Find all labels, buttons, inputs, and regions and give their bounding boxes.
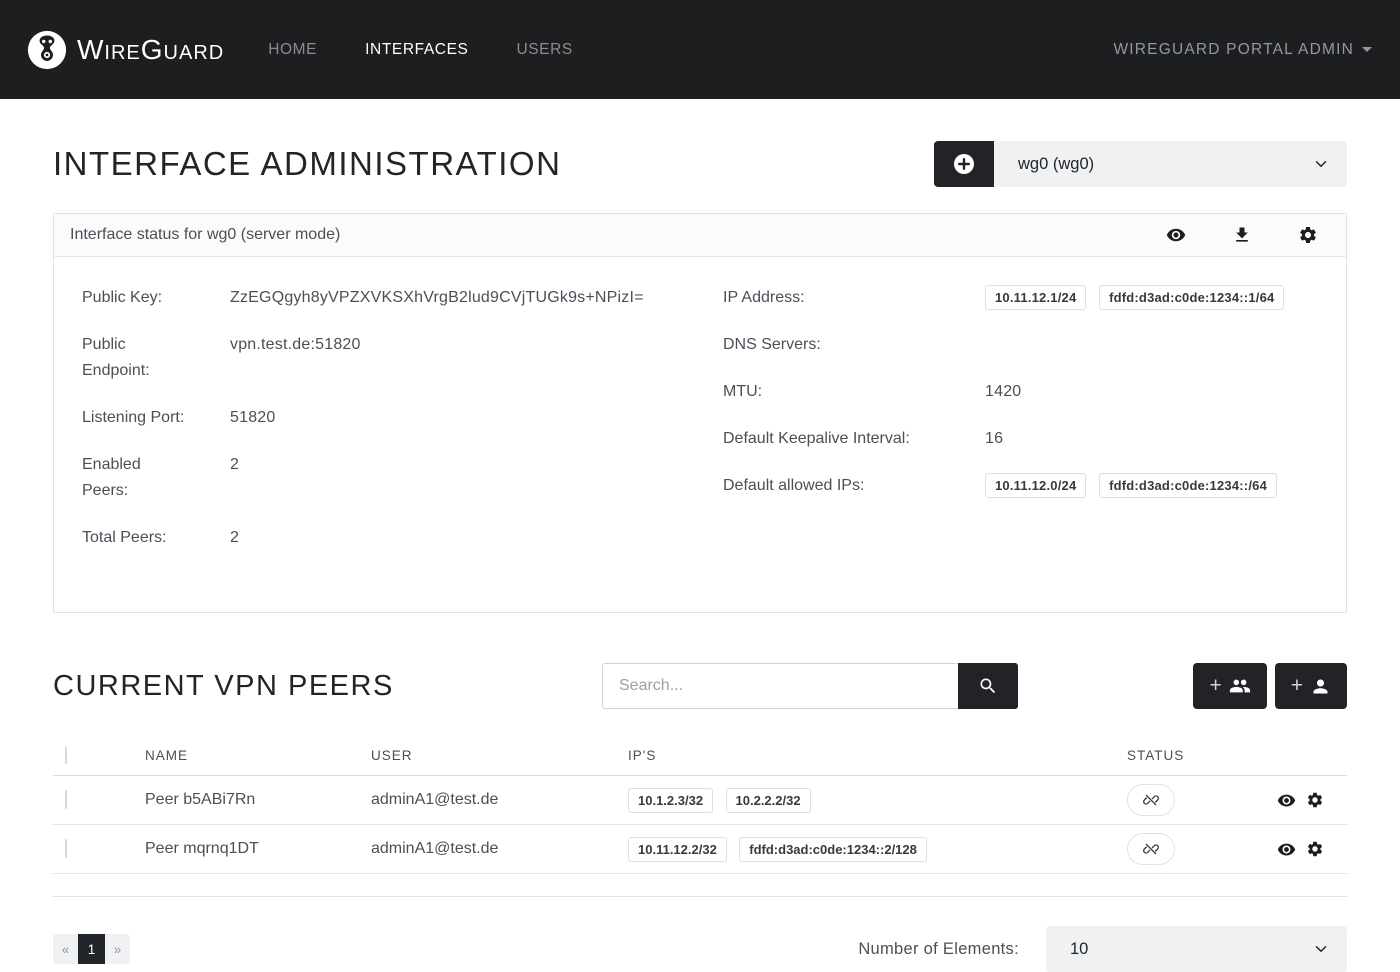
eye-icon: [1277, 791, 1296, 810]
pagination: « 1 »: [53, 934, 130, 964]
brand-text: WireGuard: [77, 34, 224, 66]
search-icon: [978, 676, 998, 696]
eye-icon: [1166, 225, 1186, 245]
peers-section-title: CURRENT VPN PEERS: [53, 670, 602, 703]
status-badge: [1127, 784, 1175, 816]
detail-allowed-ips: Default allowed IPs: 10.11.12.0/24 fdfd:…: [723, 473, 1318, 499]
add-multiple-peers-button[interactable]: +: [1193, 663, 1266, 709]
view-peer-button[interactable]: [1277, 791, 1296, 810]
elements-per-page-group: Number of Elements: 10: [858, 926, 1347, 972]
chevron-down-icon: [1312, 155, 1330, 173]
view-config-button[interactable]: [1166, 225, 1186, 245]
ip-badge: fdfd:d3ad:c0de:1234::2/128: [739, 837, 927, 862]
interface-status-title: Interface status for wg0 (server mode): [70, 226, 340, 244]
status-badge: [1127, 833, 1175, 865]
detail-listening-port: Listening Port: 51820: [82, 405, 677, 431]
peer-add-buttons: + +: [1193, 663, 1347, 709]
detail-enabled-peers: Enabled Peers: 2: [82, 452, 677, 504]
elements-per-page-select[interactable]: 10: [1046, 926, 1347, 972]
wireguard-brand[interactable]: WireGuard: [27, 30, 224, 70]
column-header-user: USER: [371, 748, 628, 763]
nav-link-users[interactable]: USERS: [516, 41, 572, 59]
peer-settings-button[interactable]: [1306, 791, 1324, 809]
detail-public-key: Public Key: ZzEGQgyh8yVPZXVKSXhVrgB2lud9…: [82, 285, 677, 311]
elements-per-page-label: Number of Elements:: [858, 940, 1019, 959]
eye-icon: [1277, 840, 1296, 859]
user-menu-dropdown[interactable]: WIREGUARD PORTAL ADMIN: [1113, 41, 1372, 59]
ip-badge: 10.11.12.1/24: [985, 285, 1086, 310]
plus-icon: +: [1291, 674, 1303, 698]
interface-selector-group: wg0 (wg0): [934, 141, 1347, 187]
pagination-prev-button[interactable]: «: [53, 934, 78, 964]
peer-settings-button[interactable]: [1306, 840, 1324, 858]
caret-down-icon: [1362, 47, 1372, 52]
ip-badge: 10.11.12.2/32: [628, 837, 727, 862]
peer-name: Peer mqrnq1DT: [145, 840, 371, 858]
detail-dns-servers: DNS Servers:: [723, 332, 1318, 358]
download-icon: [1232, 225, 1252, 245]
table-header-row: NAME USER IP'S STATUS: [53, 736, 1347, 776]
nav-links: HOME INTERFACES USERS: [268, 41, 573, 59]
peer-user: adminA1@test.de: [371, 791, 628, 809]
detail-total-peers: Total Peers: 2: [82, 525, 677, 551]
peer-search-group: [602, 663, 1018, 709]
column-header-name: NAME: [145, 748, 371, 763]
user-menu-label: WIREGUARD PORTAL ADMIN: [1113, 41, 1354, 59]
row-checkbox[interactable]: [65, 839, 67, 858]
interface-select[interactable]: wg0 (wg0): [994, 141, 1347, 187]
nav-link-interfaces[interactable]: INTERFACES: [365, 41, 468, 59]
ip-badge: fdfd:d3ad:c0de:1234::1/64: [1099, 285, 1284, 310]
detail-keepalive: Default Keepalive Interval: 16: [723, 426, 1318, 452]
link-slash-icon: [1143, 792, 1159, 808]
gear-icon: [1298, 225, 1318, 245]
detail-ip-address: IP Address: 10.11.12.1/24 fdfd:d3ad:c0de…: [723, 285, 1318, 311]
search-button[interactable]: [958, 663, 1018, 709]
peer-name: Peer b5ABi7Rn: [145, 791, 371, 809]
row-checkbox[interactable]: [65, 790, 67, 809]
peer-user: adminA1@test.de: [371, 840, 628, 858]
table-bottom-divider: [53, 896, 1347, 897]
gear-icon: [1306, 840, 1324, 858]
ip-badge: 10.11.12.0/24: [985, 473, 1086, 498]
interface-select-value: wg0 (wg0): [1018, 155, 1312, 174]
plus-icon: +: [1209, 674, 1221, 698]
detail-public-endpoint: Public Endpoint: vpn.test.de:51820: [82, 332, 677, 384]
add-peer-button[interactable]: +: [1275, 663, 1347, 709]
chevron-down-icon: [1312, 940, 1330, 958]
elements-per-page-value: 10: [1070, 940, 1312, 959]
table-row: Peer mqrnq1DT adminA1@test.de 10.11.12.2…: [53, 825, 1347, 874]
plus-circle-icon: [952, 152, 976, 176]
ip-badge: 10.2.2.2/32: [726, 788, 811, 813]
ip-badge: 10.1.2.3/32: [628, 788, 713, 813]
search-input[interactable]: [602, 663, 958, 709]
view-peer-button[interactable]: [1277, 840, 1296, 859]
users-icon: [1229, 675, 1251, 697]
peers-table: NAME USER IP'S STATUS Peer b5ABi7Rn admi…: [53, 736, 1347, 897]
nav-link-home[interactable]: HOME: [268, 41, 317, 59]
pagination-page-1[interactable]: 1: [78, 934, 105, 964]
wireguard-logo-icon: [27, 30, 67, 70]
interface-details-right: IP Address: 10.11.12.1/24 fdfd:d3ad:c0de…: [723, 285, 1318, 572]
table-row: Peer b5ABi7Rn adminA1@test.de 10.1.2.3/3…: [53, 776, 1347, 825]
detail-mtu: MTU: 1420: [723, 379, 1318, 405]
top-navbar: WireGuard HOME INTERFACES USERS WIREGUAR…: [0, 0, 1400, 99]
add-interface-button[interactable]: [934, 141, 994, 187]
pagination-next-button[interactable]: »: [105, 934, 130, 964]
column-header-ips: IP'S: [628, 748, 1127, 763]
interface-details-left: Public Key: ZzEGQgyh8yVPZXVKSXhVrgB2lud9…: [82, 285, 677, 572]
gear-icon: [1306, 791, 1324, 809]
page-title: INTERFACE ADMINISTRATION: [53, 145, 561, 183]
ip-badge: fdfd:d3ad:c0de:1234::/64: [1099, 473, 1277, 498]
user-icon: [1310, 676, 1331, 697]
interface-settings-button[interactable]: [1298, 225, 1318, 245]
column-header-status: STATUS: [1127, 748, 1277, 763]
interface-status-card: Interface status for wg0 (server mode): [53, 213, 1347, 613]
download-config-button[interactable]: [1232, 225, 1252, 245]
link-slash-icon: [1143, 841, 1159, 857]
select-all-checkbox[interactable]: [65, 747, 67, 764]
